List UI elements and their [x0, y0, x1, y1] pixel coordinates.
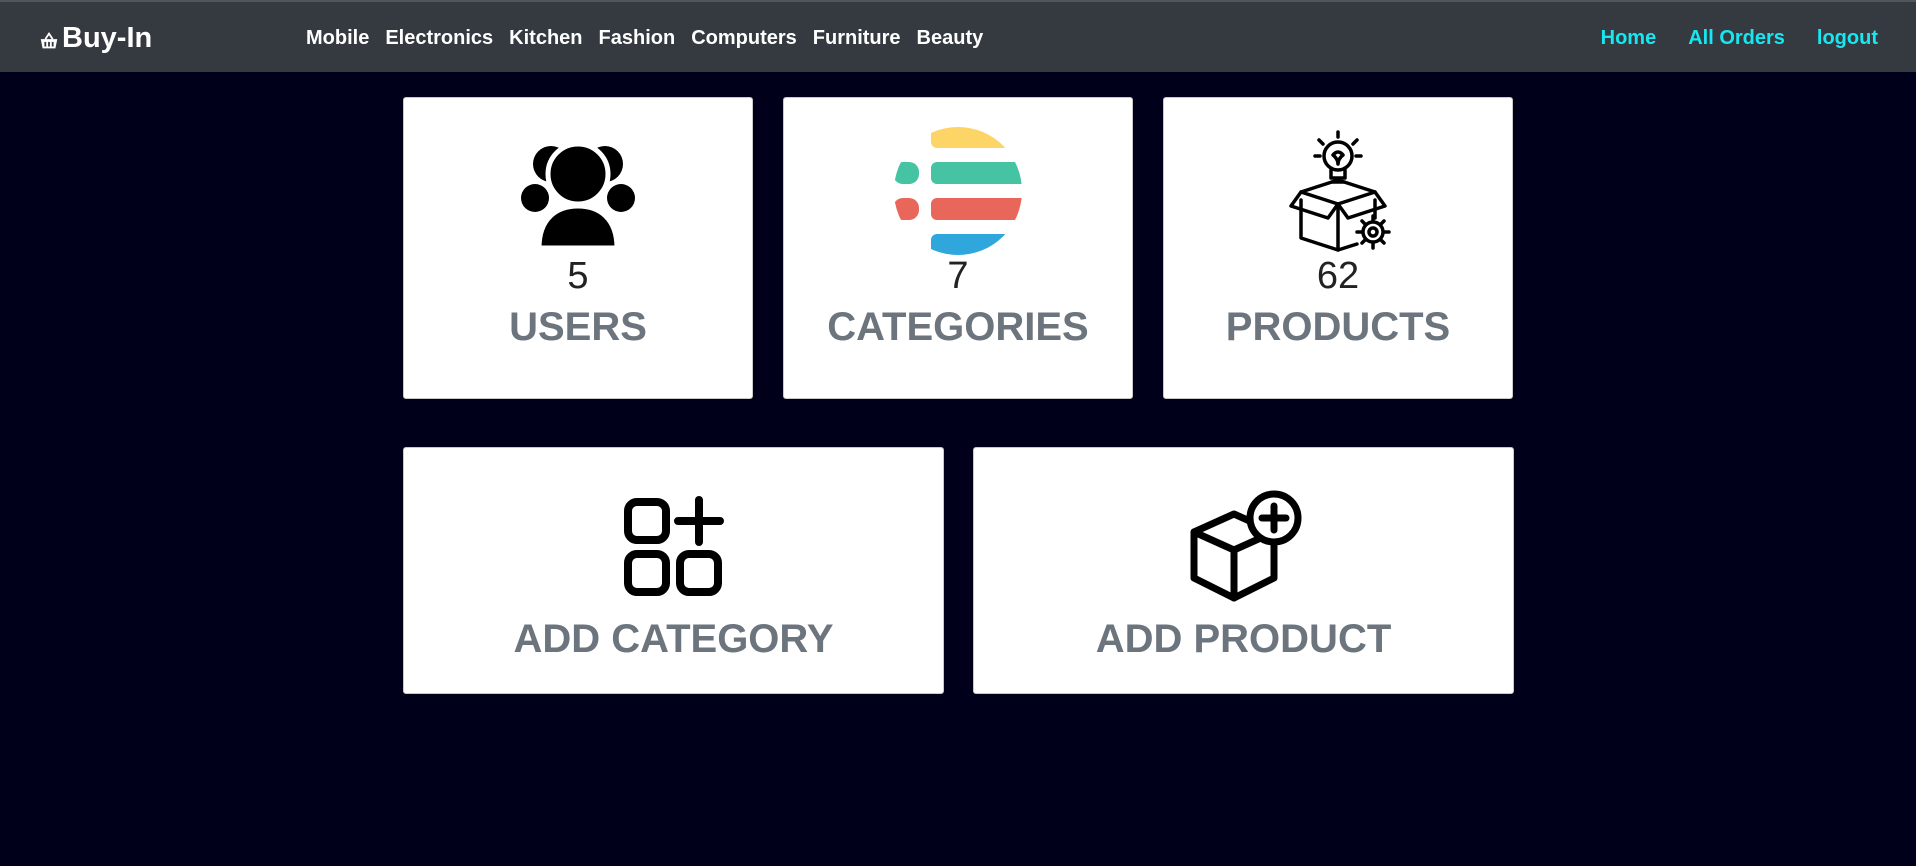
all-orders-link[interactable]: All Orders [1672, 27, 1801, 50]
users-card[interactable]: 5 USERS [403, 97, 753, 399]
home-link[interactable]: Home [1585, 27, 1673, 50]
products-label: PRODUCTS [1225, 305, 1451, 349]
add-category-icon [623, 496, 724, 596]
add-product-icon [1190, 490, 1301, 602]
users-count: 5 [567, 255, 589, 297]
nav-item-beauty[interactable]: Beauty [909, 27, 992, 50]
basket-icon [40, 32, 58, 49]
add-product-card[interactable]: ADD PRODUCT [973, 447, 1514, 694]
users-label: USERS [509, 305, 647, 349]
nav-item-computers[interactable]: Computers [683, 27, 805, 50]
add-category-card[interactable]: ADD CATEGORY [403, 447, 944, 694]
brand-name: Buy-In [62, 21, 153, 54]
account-nav: Home All Orders logout [1585, 2, 1894, 74]
categories-icon [894, 127, 1022, 255]
brand-link[interactable]: Buy-In [38, 2, 152, 74]
nav-item-furniture[interactable]: Furniture [805, 27, 909, 50]
products-icon [1289, 130, 1391, 252]
products-count: 62 [1316, 255, 1360, 297]
navbar: Buy-In Mobile Electronics Kitchen Fashio… [0, 0, 1916, 72]
nav-item-electronics[interactable]: Electronics [377, 27, 501, 50]
add-product-label: ADD PRODUCT [1095, 617, 1392, 661]
nav-item-fashion[interactable]: Fashion [591, 27, 684, 50]
products-card[interactable]: 62 PRODUCTS [1163, 97, 1513, 399]
categories-count: 7 [947, 255, 969, 297]
nav-item-kitchen[interactable]: Kitchen [501, 27, 590, 50]
add-category-label: ADD CATEGORY [513, 617, 834, 661]
categories-card[interactable]: 7 CATEGORIES [783, 97, 1133, 399]
logout-link[interactable]: logout [1801, 27, 1894, 50]
categories-label: CATEGORIES [827, 305, 1089, 349]
nav-item-mobile[interactable]: Mobile [298, 27, 377, 50]
category-nav: Mobile Electronics Kitchen Fashion Compu… [298, 2, 991, 74]
users-icon [521, 141, 635, 251]
